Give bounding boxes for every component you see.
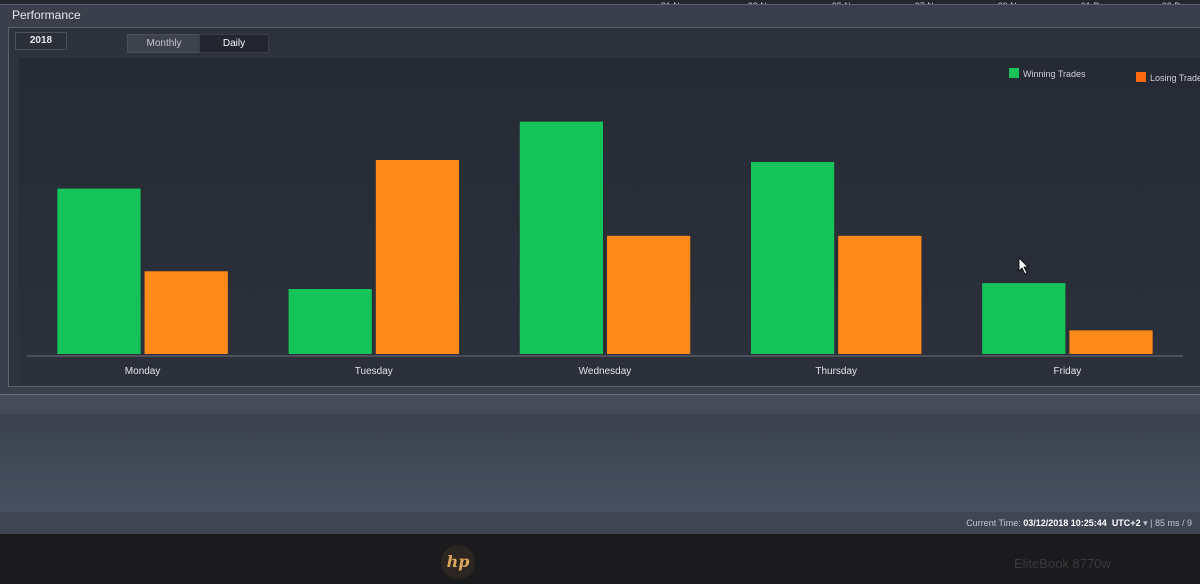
timezone-selector[interactable]: UTC+2 <box>1112 518 1141 528</box>
panel-footer-bar <box>0 394 1200 415</box>
caret-down-icon[interactable]: ▾ <box>1143 518 1148 528</box>
x-tick-label: Thursday <box>815 366 857 377</box>
bar-winning-thursday[interactable] <box>750 162 835 354</box>
current-time-label: Current Time: <box>966 518 1021 528</box>
latency-readout: | 85 ms / 9 <box>1150 518 1192 528</box>
bar-losing-thursday[interactable] <box>838 235 922 354</box>
hp-logo: hp <box>441 545 475 579</box>
x-tick-label: Wednesday <box>579 366 632 377</box>
legend-label-winning: Winning Trades <box>1023 69 1086 79</box>
bar-losing-friday[interactable] <box>1069 330 1153 354</box>
legend-swatch-losing <box>1136 72 1146 82</box>
daily-performance-chart: Monday Tuesday Wednesday Thursday Friday Win… <box>19 58 1200 384</box>
current-time-value: 03/12/2018 10:25:44 <box>1023 518 1107 528</box>
bar-winning-wednesday[interactable] <box>519 121 603 354</box>
legend-swatch-winning <box>1009 68 1019 78</box>
performance-panel-body: 2018 Monthly Daily Monday Tuesday Wednesda… <box>8 27 1200 387</box>
panel-title: Performance <box>12 8 81 22</box>
bar-chart-svg: Monday Tuesday Wednesday Thursday Friday <box>27 121 1183 377</box>
legend-item-winning[interactable]: Winning Trades <box>1009 68 1086 79</box>
legend-item-losing[interactable]: Losing Trades <box>1136 72 1200 83</box>
daily-toggle-button[interactable]: Daily <box>199 34 269 53</box>
monthly-toggle-button[interactable]: Monthly <box>127 34 201 53</box>
bar-losing-wednesday[interactable] <box>607 235 691 354</box>
bar-losing-tuesday[interactable] <box>375 160 460 354</box>
bar-winning-tuesday[interactable] <box>288 289 372 354</box>
legend-label-losing: Losing Trades <box>1150 73 1200 83</box>
x-tick-label: Friday <box>1054 366 1082 377</box>
performance-panel: Performance 2018 Monthly Daily Monday Tue… <box>0 4 1200 395</box>
laptop-model-label: EliteBook 8770w <box>1014 556 1111 571</box>
x-tick-label: Monday <box>125 366 161 377</box>
year-selector[interactable]: 2018 <box>15 32 67 50</box>
bar-losing-monday[interactable] <box>144 271 228 354</box>
empty-workspace <box>0 414 1200 526</box>
status-bar: Current Time: 03/12/2018 10:25:44 UTC+2 … <box>0 512 1200 534</box>
bar-winning-friday[interactable] <box>982 283 1066 354</box>
bar-winning-monday[interactable] <box>57 188 141 354</box>
mouse-cursor-icon <box>1018 257 1029 275</box>
x-tick-label: Tuesday <box>355 366 393 377</box>
status-line: Current Time: 03/12/2018 10:25:44 UTC+2 … <box>966 518 1192 529</box>
